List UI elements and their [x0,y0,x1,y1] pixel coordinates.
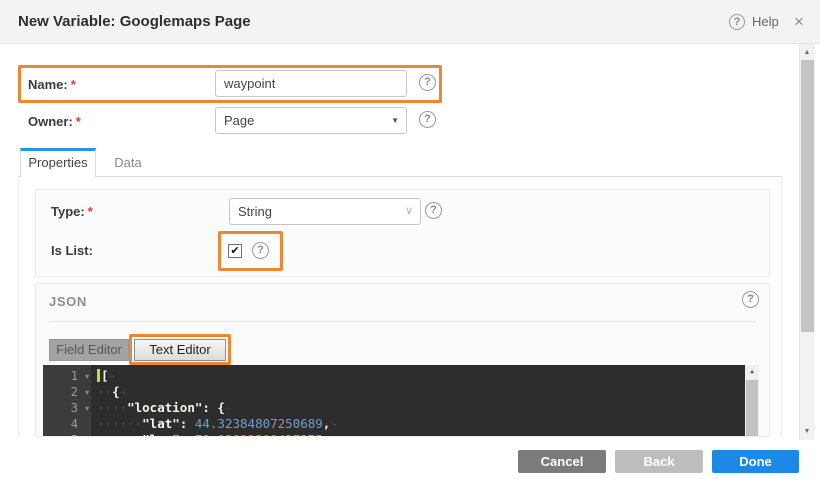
eol-marker: ¬ [109,372,115,383]
type-label: Type:* [51,204,93,219]
field-editor-button[interactable]: Field Editor [49,339,129,361]
done-button[interactable]: Done [712,450,799,473]
code-token-punct: : [180,416,195,431]
chevron-down-icon: ∨ [405,199,413,224]
chevron-down-icon: ▼ [391,108,399,133]
fold-arrow-icon[interactable]: ▾ [78,401,89,417]
tab-properties[interactable]: Properties [20,148,96,178]
gutter-line-number[interactable]: 2▾ [43,384,91,400]
type-select-value: String [238,199,272,224]
editor-scrollbar-thumb[interactable] [746,380,758,437]
code-token-punct: , [323,432,331,437]
code-line[interactable]: [¬ [97,368,745,384]
json-code-editor[interactable]: 1▾2▾3▾45 [¬··{¬····"location": {¬······"… [43,365,759,437]
whitespace-dots: ······ [97,416,142,431]
tab-bar: Properties Data [18,148,782,177]
required-asterisk: * [76,114,81,129]
eol-marker: ¬ [225,404,231,415]
required-asterisk: * [71,77,76,92]
islist-help-icon[interactable]: ? [252,242,269,259]
whitespace-dots: ·· [97,384,112,399]
type-help-icon[interactable]: ? [425,202,442,219]
type-select[interactable]: String ∨ [229,198,421,225]
code-token-key: "lng" [142,432,180,437]
owner-label: Owner:* [28,114,81,129]
json-help-icon[interactable]: ? [742,291,759,308]
code-token-punct: [ [101,368,109,383]
islist-checkbox[interactable]: ✔ [228,244,242,258]
code-token-key: "location" [127,400,202,415]
code-token-number: 44.32384807250689 [195,416,323,431]
eol-marker: ¬ [330,420,336,431]
owner-select[interactable]: Page ▼ [215,107,407,134]
name-input[interactable] [215,70,407,97]
code-line[interactable]: ······"lat": 44.32384807250689,¬ [97,416,745,432]
divider [49,321,756,322]
close-icon[interactable]: × [789,0,809,43]
code-token-number: 78.03093309427375 [195,432,323,437]
json-section-title: JSON [49,294,87,309]
code-token-punct: : [180,432,195,437]
properties-panel: Type:* String ∨ ? Is List: ✔ ? [35,189,770,277]
owner-select-value: Page [224,108,254,133]
eol-marker: ¬ [330,436,336,437]
gutter-line-number: 5 [43,432,91,437]
help-button[interactable]: Help [752,0,779,44]
code-line[interactable]: ····"location": {¬ [97,400,745,416]
page-scrollbar-thumb[interactable] [801,60,814,332]
fold-arrow-icon[interactable]: ▾ [78,369,89,385]
back-button[interactable]: Back [615,450,703,473]
new-variable-dialog: New Variable: Googlemaps Page ? Help × N… [0,0,820,490]
text-editor-button[interactable]: Text Editor [134,339,226,361]
required-asterisk: * [88,204,93,219]
editor-scrollbar[interactable]: ▲ [745,365,759,437]
code-line[interactable]: ··{¬ [97,384,745,400]
text-cursor [97,369,100,382]
json-panel: JSON ? Field Editor Text Editor 1▾2▾3▾45… [35,283,770,437]
cancel-button[interactable]: Cancel [518,450,606,473]
help-icon[interactable]: ? [729,14,745,30]
code-token-key: "lat" [142,416,180,431]
gutter-line-number[interactable]: 3▾ [43,400,91,416]
name-help-icon[interactable]: ? [419,74,436,91]
owner-help-icon[interactable]: ? [419,111,436,128]
code-line[interactable]: ······"lng": 78.03093309427375,¬ [97,432,745,437]
page-title: New Variable: Googlemaps Page [18,0,251,44]
code-token-punct: : { [202,400,225,415]
islist-label: Is List: [51,243,93,258]
gutter-line-number: 4 [43,416,91,432]
scroll-up-icon[interactable]: ▲ [745,365,759,379]
code-gutter: 1▾2▾3▾45 [43,365,91,437]
code-lines[interactable]: [¬··{¬····"location": {¬······"lat": 44.… [91,365,745,437]
whitespace-dots: ······ [97,432,142,437]
name-label: Name:* [28,77,76,92]
code-token-punct: { [112,384,120,399]
fold-arrow-icon[interactable]: ▾ [78,385,89,401]
whitespace-dots: ···· [97,400,127,415]
gutter-line-number[interactable]: 1▾ [43,368,91,384]
tab-data[interactable]: Data [96,148,160,177]
eol-marker: ¬ [120,388,126,399]
scroll-up-icon[interactable]: ▲ [799,45,815,61]
scroll-down-icon[interactable]: ▼ [799,424,815,440]
dialog-header: New Variable: Googlemaps Page ? Help × [0,0,820,44]
